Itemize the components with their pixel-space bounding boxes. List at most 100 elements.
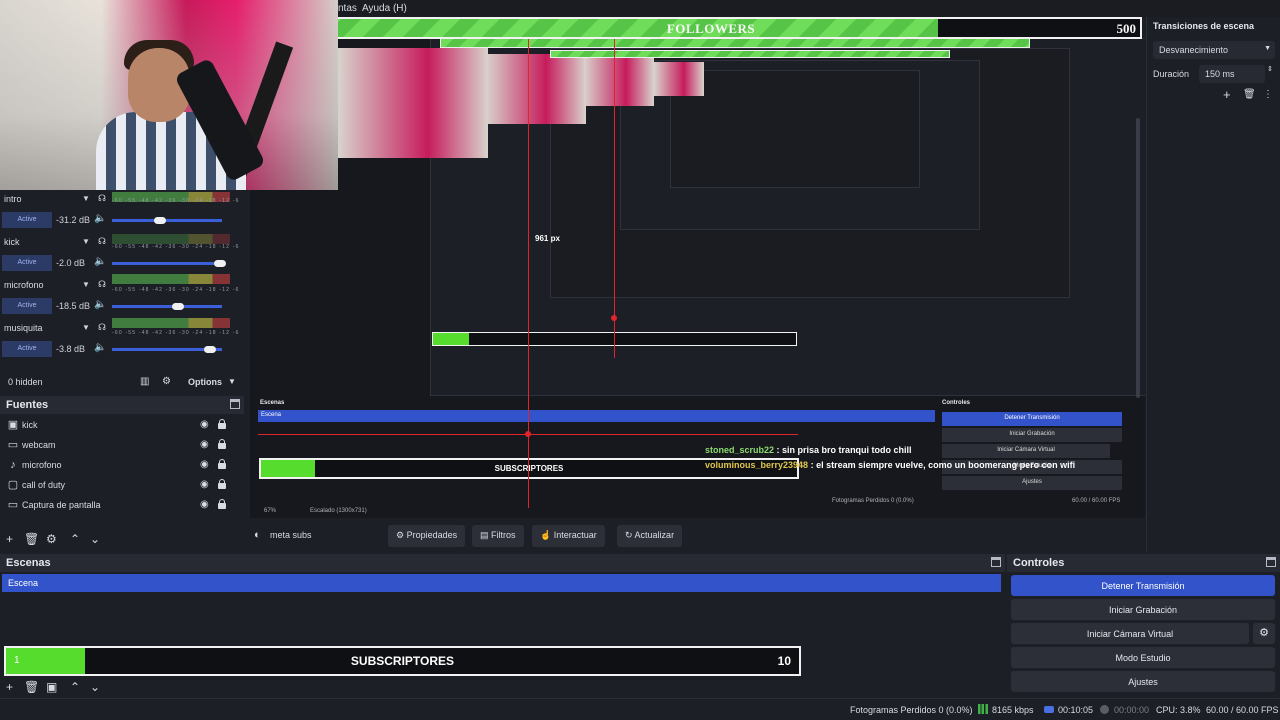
gear-icon[interactable]: ⚙ bbox=[46, 532, 57, 546]
chevron-down-icon[interactable]: ▼ bbox=[82, 194, 90, 203]
nested-capture-4 bbox=[670, 70, 920, 188]
source-item[interactable]: ▢ call of duty ◉ bbox=[0, 476, 240, 496]
lock-icon[interactable] bbox=[218, 419, 226, 429]
volume-slider[interactable] bbox=[112, 262, 222, 265]
nested-dropped: Fotogramas Perdidos 0 (0.0%) bbox=[832, 498, 914, 504]
chat-msg-1: : sin prisa bro tranqui todo chill bbox=[776, 445, 912, 455]
active-badge[interactable]: Active bbox=[2, 341, 52, 357]
eye-icon[interactable]: ◉ bbox=[200, 499, 209, 510]
volume-slider[interactable] bbox=[112, 305, 222, 308]
lock-icon[interactable] bbox=[218, 479, 226, 489]
interact-button[interactable]: ☝ Interactuar bbox=[532, 525, 605, 547]
eye-icon[interactable]: ◉ bbox=[200, 419, 209, 430]
menu-tools[interactable]: ntas bbox=[338, 3, 357, 14]
lock-icon[interactable] bbox=[218, 459, 226, 469]
fps-readout: 60.00 / 60.00 FPS bbox=[1206, 705, 1279, 715]
status-bar: Fotogramas Perdidos 0 (0.0%) 8165 kbps 0… bbox=[0, 698, 1280, 720]
headphones-icon[interactable]: ☊ bbox=[98, 279, 106, 290]
volume-knob[interactable] bbox=[204, 346, 216, 353]
more-icon[interactable]: ⋮ bbox=[1263, 89, 1273, 100]
source-item[interactable]: ▣ kick ◉ bbox=[0, 416, 240, 436]
headphones-icon[interactable]: ☊ bbox=[98, 236, 106, 247]
trash-icon[interactable]: 🗑 bbox=[1243, 89, 1256, 100]
undock-icon[interactable] bbox=[230, 399, 240, 409]
add-scene-icon[interactable]: + bbox=[6, 680, 13, 694]
source-item[interactable]: ▭ Captura de pantalla ◉ bbox=[0, 496, 240, 516]
headphones-icon[interactable]: ☊ bbox=[98, 193, 106, 204]
volume-knob[interactable] bbox=[154, 217, 166, 224]
chevron-down-icon[interactable]: ▼ bbox=[82, 323, 90, 332]
arrow-down-icon[interactable]: ⌄ bbox=[90, 680, 100, 694]
mixer-footer: 0 hidden ▥ ⚙ Options ▼ bbox=[0, 372, 248, 392]
stepper-icon[interactable]: ⇕ bbox=[1267, 65, 1273, 73]
headphones-icon[interactable]: ☊ bbox=[98, 322, 106, 333]
stream-icon bbox=[1044, 706, 1054, 713]
menu-help[interactable]: Ayuda (H) bbox=[362, 3, 407, 14]
chevron-down-icon[interactable]: ▼ bbox=[82, 280, 90, 289]
eye-icon[interactable]: ◉ bbox=[200, 479, 209, 490]
eye-icon[interactable]: ◉ bbox=[200, 459, 209, 470]
level-meter bbox=[112, 274, 230, 284]
scene-item-selected[interactable]: Escena bbox=[2, 574, 1001, 592]
controls-panel: Controles Detener Transmisión Iniciar Gr… bbox=[1007, 554, 1280, 696]
duration-input[interactable]: 150 ms bbox=[1199, 65, 1265, 83]
properties-button[interactable]: ⚙ Propiedades bbox=[388, 525, 466, 547]
source-item[interactable]: ▭ webcam ◉ bbox=[0, 436, 240, 456]
nested-webcam-3 bbox=[584, 58, 654, 106]
chevron-down-icon: ▼ bbox=[1264, 45, 1271, 52]
arrow-down-icon[interactable]: ⌄ bbox=[90, 532, 100, 546]
followers-goal-bar: 382 FOLLOWERS 500 bbox=[280, 17, 1142, 39]
undock-icon[interactable] bbox=[1266, 557, 1276, 567]
settings-button[interactable]: Ajustes bbox=[1011, 671, 1275, 692]
chevron-down-icon[interactable]: ▼ bbox=[228, 377, 236, 386]
nested-ctrl-stop: Detener Transmisión bbox=[942, 412, 1122, 426]
link-icon[interactable]: ⚙ bbox=[162, 376, 171, 387]
mic-icon: ♪ bbox=[10, 459, 16, 471]
speaker-icon[interactable]: 🔈 bbox=[94, 342, 106, 353]
start-virtual-camera-button[interactable]: Iniciar Cámara Virtual bbox=[1011, 623, 1249, 644]
volume-knob[interactable] bbox=[172, 303, 184, 310]
add-transition-icon[interactable]: + bbox=[1223, 87, 1231, 102]
trash-icon[interactable]: 🗑 bbox=[24, 532, 39, 546]
active-badge[interactable]: Active bbox=[2, 212, 52, 228]
preview-canvas[interactable]: Escenas Escena Controles Detener Transmi… bbox=[250, 38, 1145, 518]
layout-icon[interactable]: ▥ bbox=[140, 376, 149, 387]
refresh-button[interactable]: ↻ Actualizar bbox=[617, 525, 683, 547]
undock-icon[interactable] bbox=[991, 557, 1001, 567]
filters-button[interactable]: ▤ Filtros bbox=[472, 525, 524, 547]
mixer-channel-name: intro bbox=[4, 194, 22, 204]
arrow-up-icon[interactable]: ⌃ bbox=[70, 680, 80, 694]
stop-streaming-button[interactable]: Detener Transmisión bbox=[1011, 575, 1275, 596]
game-icon: ▢ bbox=[7, 479, 19, 491]
speaker-icon[interactable]: 🔈 bbox=[94, 213, 106, 224]
arrow-up-icon[interactable]: ⌃ bbox=[70, 532, 80, 546]
filter-icon[interactable]: ▣ bbox=[46, 680, 57, 694]
preview-scrollbar[interactable] bbox=[1136, 118, 1140, 398]
speaker-icon[interactable]: 🔈 bbox=[94, 256, 106, 267]
chevron-down-icon[interactable]: ▼ bbox=[82, 237, 90, 246]
eye-icon[interactable]: ◉ bbox=[200, 439, 209, 450]
trash-icon[interactable]: 🗑 bbox=[24, 680, 39, 694]
studio-mode-button[interactable]: Modo Estudio bbox=[1011, 647, 1275, 668]
volume-knob[interactable] bbox=[214, 260, 226, 267]
active-badge[interactable]: Active bbox=[2, 255, 52, 271]
guide-handle[interactable] bbox=[525, 431, 531, 437]
source-item[interactable]: ♪ microfono ◉ bbox=[0, 456, 240, 476]
volume-slider[interactable] bbox=[112, 219, 222, 222]
stream-time: 00:10:05 bbox=[1058, 705, 1094, 715]
subs-goal-bar: 1 SUBSCRIPTORES 10 bbox=[4, 646, 801, 676]
subs-goal-value: 10 bbox=[777, 654, 791, 668]
nested-escenas-title: Escenas bbox=[260, 400, 285, 406]
transition-type-select[interactable]: Desvanecimiento ▼ bbox=[1153, 41, 1275, 59]
add-source-icon[interactable]: + bbox=[6, 532, 13, 546]
active-badge[interactable]: Active bbox=[2, 298, 52, 314]
start-recording-button[interactable]: Iniciar Grabación bbox=[1011, 599, 1275, 620]
followers-goal-value: 500 bbox=[1116, 21, 1137, 36]
lock-icon[interactable] bbox=[218, 499, 226, 509]
webcam-feed bbox=[0, 0, 338, 190]
speaker-icon[interactable]: 🔈 bbox=[94, 299, 106, 310]
lock-icon[interactable] bbox=[218, 439, 226, 449]
options-dropdown[interactable]: Options bbox=[188, 377, 222, 387]
gear-icon[interactable]: ⚙ bbox=[1253, 623, 1275, 644]
guide-handle-2[interactable] bbox=[611, 315, 617, 321]
